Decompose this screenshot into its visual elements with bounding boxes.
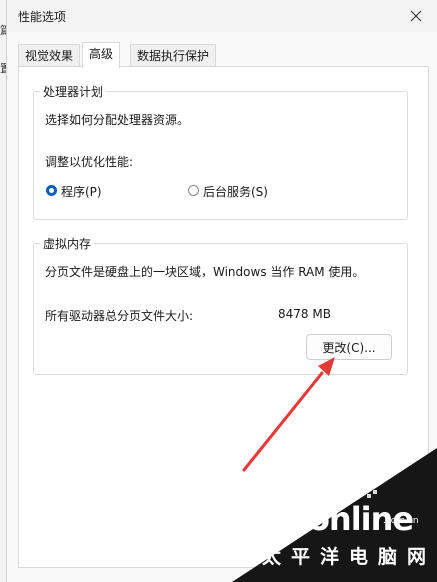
tab-advanced[interactable]: 高级 xyxy=(82,42,121,68)
radio-background-services-label: 后台服务(S) xyxy=(203,185,268,199)
processor-scheduling-group: 处理器计划 选择如何分配处理器资源。 调整以优化性能: 程序(P) 后台服务(S… xyxy=(33,83,408,220)
tab-visual-effects[interactable]: 视觉效果 xyxy=(18,44,81,67)
radio-selected-icon xyxy=(46,185,57,196)
virtual-memory-description: 分页文件是硬盘上的一块区域，Windows 当作 RAM 使用。 xyxy=(45,265,365,279)
virtual-memory-title: 虚拟内存 xyxy=(40,235,95,252)
radio-programs-label: 程序(P) xyxy=(61,185,102,199)
watermark-domain: .com.cn xyxy=(383,516,419,526)
adjust-performance-label: 调整以优化性能: xyxy=(45,155,134,169)
processor-scheduling-description: 选择如何分配处理器资源。 xyxy=(45,113,190,127)
change-button[interactable]: 更改(C)... xyxy=(306,334,392,360)
virtual-memory-group: 虚拟内存 分页文件是硬盘上的一块区域，Windows 当作 RAM 使用。 所有… xyxy=(33,235,408,375)
performance-options-dialog: 性能选项 视觉效果 高级 数据执行保护 处理器计划 选择如何分配处理器资源。 调… xyxy=(6,0,437,582)
radio-unselected-icon xyxy=(188,185,199,196)
close-button[interactable] xyxy=(402,2,430,30)
processor-scheduling-title: 处理器计划 xyxy=(40,83,107,100)
title-bar: 性能选项 xyxy=(7,0,437,32)
watermark-chinese: 太平洋电脑网 xyxy=(262,546,437,568)
tab-panel-advanced: 处理器计划 选择如何分配处理器资源。 调整以优化性能: 程序(P) 后台服务(S… xyxy=(18,66,429,568)
close-icon xyxy=(410,10,422,22)
window-title: 性能选项 xyxy=(18,10,67,24)
total-paging-file-label: 所有驱动器总分页文件大小: xyxy=(45,309,194,323)
total-paging-file-value: 8478 MB xyxy=(278,307,331,321)
tab-data-execution-prevention[interactable]: 数据执行保护 xyxy=(130,44,217,67)
